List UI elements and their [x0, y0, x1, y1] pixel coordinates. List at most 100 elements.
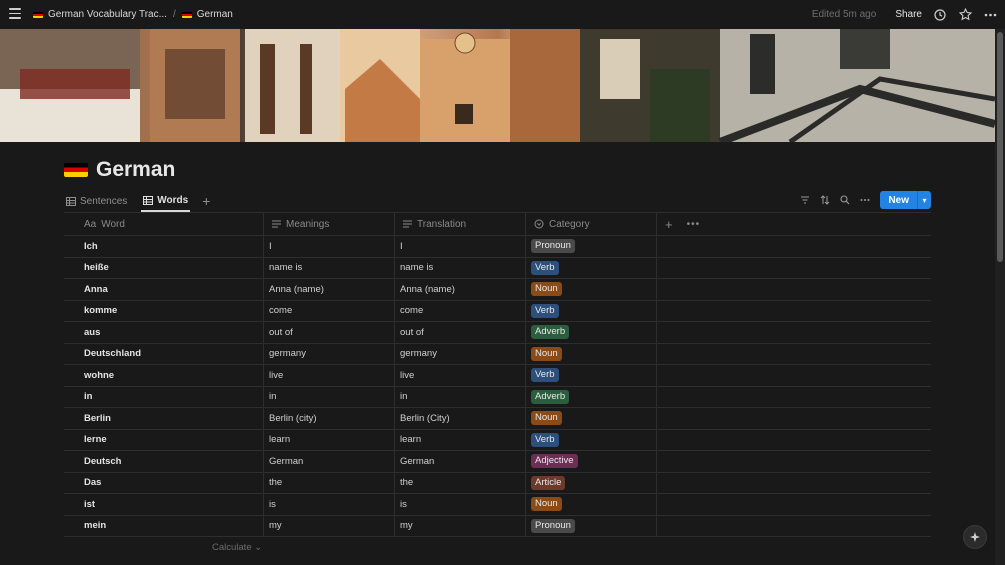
more-options-icon[interactable]: [860, 195, 870, 205]
cell-category[interactable]: Verb: [526, 300, 657, 321]
breadcrumb-item-current[interactable]: German: [181, 9, 233, 20]
cell-category[interactable]: Adverb: [526, 386, 657, 407]
cell-category[interactable]: Noun: [526, 279, 657, 300]
cell-translation[interactable]: Anna (name): [395, 279, 526, 300]
cell-translation[interactable]: is: [395, 494, 526, 515]
cell-word[interactable]: Deutsch: [64, 451, 264, 472]
cell-translation[interactable]: Berlin (City): [395, 408, 526, 429]
cell-word[interactable]: lerne: [64, 429, 264, 450]
calculate-button[interactable]: Calculate ⌄: [212, 542, 262, 553]
sort-icon[interactable]: [820, 195, 830, 205]
cell-meanings[interactable]: out of: [264, 322, 395, 343]
german-flag-icon[interactable]: [64, 163, 88, 177]
cell-translation[interactable]: germany: [395, 343, 526, 364]
cell-category[interactable]: Adverb: [526, 322, 657, 343]
cell-word[interactable]: Ich: [64, 236, 264, 257]
table-row[interactable]: Deutschland germany germany Noun: [64, 343, 931, 365]
clock-icon[interactable]: [933, 8, 947, 22]
cell-translation[interactable]: out of: [395, 322, 526, 343]
table-row[interactable]: Deutsch German German Adjective: [64, 451, 931, 473]
search-icon[interactable]: [840, 195, 850, 205]
new-button-label[interactable]: New: [880, 191, 917, 209]
cell-translation[interactable]: I: [395, 236, 526, 257]
table-row[interactable]: lerne learn learn Verb: [64, 429, 931, 451]
cell-word[interactable]: Das: [64, 472, 264, 493]
cell-meanings[interactable]: in: [264, 386, 395, 407]
tab-sentences[interactable]: Sentences: [64, 190, 129, 212]
cell-category[interactable]: Verb: [526, 365, 657, 386]
column-header-meanings[interactable]: Meanings: [264, 213, 395, 235]
breadcrumb-item-parent[interactable]: German Vocabulary Trac...: [33, 9, 167, 20]
cover-image[interactable]: [0, 29, 995, 142]
table-row[interactable]: Berlin Berlin (city) Berlin (City) Noun: [64, 408, 931, 430]
cell-word[interactable]: aus: [64, 322, 264, 343]
column-header-word[interactable]: Aa Word: [64, 213, 264, 235]
cell-meanings[interactable]: come: [264, 300, 395, 321]
cell-category[interactable]: Noun: [526, 343, 657, 364]
chevron-down-icon[interactable]: ▾: [917, 191, 931, 209]
page-title[interactable]: German: [96, 158, 175, 182]
cell-category[interactable]: Pronoun: [526, 515, 657, 536]
cell-word[interactable]: mein: [64, 515, 264, 536]
table-row[interactable]: Das the the Article: [64, 472, 931, 494]
more-options-icon[interactable]: •••: [687, 219, 701, 230]
share-button[interactable]: Share: [895, 9, 922, 20]
cell-category[interactable]: Pronoun: [526, 236, 657, 257]
scrollbar-thumb[interactable]: [997, 32, 1003, 262]
add-property-icon[interactable]: +: [665, 217, 673, 232]
top-bar-actions: Edited 5m ago Share: [812, 0, 997, 29]
cell-meanings[interactable]: Anna (name): [264, 279, 395, 300]
cell-meanings[interactable]: I: [264, 236, 395, 257]
add-view-button[interactable]: +: [202, 190, 210, 212]
cell-meanings[interactable]: the: [264, 472, 395, 493]
cell-word[interactable]: Anna: [64, 279, 264, 300]
column-header-translation[interactable]: Translation: [395, 213, 526, 235]
cell-meanings[interactable]: name is: [264, 257, 395, 278]
table-row[interactable]: aus out of out of Adverb: [64, 322, 931, 344]
filter-icon[interactable]: [800, 195, 810, 205]
sparkle-icon[interactable]: [963, 525, 987, 549]
table-row[interactable]: in in in Adverb: [64, 386, 931, 408]
tab-words[interactable]: Words: [141, 190, 191, 212]
cell-translation[interactable]: the: [395, 472, 526, 493]
cell-translation[interactable]: my: [395, 515, 526, 536]
table-row[interactable]: heiße name is name is Verb: [64, 257, 931, 279]
table-row[interactable]: ist is is Noun: [64, 494, 931, 516]
cell-translation[interactable]: live: [395, 365, 526, 386]
column-header-category[interactable]: Category: [526, 213, 657, 235]
cell-category[interactable]: Noun: [526, 494, 657, 515]
cell-meanings[interactable]: is: [264, 494, 395, 515]
cell-word[interactable]: wohne: [64, 365, 264, 386]
cell-word[interactable]: Berlin: [64, 408, 264, 429]
cell-meanings[interactable]: live: [264, 365, 395, 386]
cell-translation[interactable]: German: [395, 451, 526, 472]
cell-word[interactable]: ist: [64, 494, 264, 515]
cell-translation[interactable]: in: [395, 386, 526, 407]
table-row[interactable]: komme come come Verb: [64, 300, 931, 322]
cell-meanings[interactable]: German: [264, 451, 395, 472]
cell-category[interactable]: Verb: [526, 257, 657, 278]
cell-translation[interactable]: come: [395, 300, 526, 321]
cell-meanings[interactable]: my: [264, 515, 395, 536]
cell-meanings[interactable]: germany: [264, 343, 395, 364]
table-row[interactable]: mein my my Pronoun: [64, 515, 931, 537]
new-button[interactable]: New ▾: [880, 191, 931, 209]
table-row[interactable]: Ich I I Pronoun: [64, 236, 931, 258]
table-row[interactable]: wohne live live Verb: [64, 365, 931, 387]
cell-word[interactable]: Deutschland: [64, 343, 264, 364]
cell-word[interactable]: komme: [64, 300, 264, 321]
cell-translation[interactable]: learn: [395, 429, 526, 450]
cell-meanings[interactable]: Berlin (city): [264, 408, 395, 429]
cell-translation[interactable]: name is: [395, 257, 526, 278]
cell-word[interactable]: in: [64, 386, 264, 407]
more-options-icon[interactable]: [983, 8, 997, 22]
cell-word[interactable]: heiße: [64, 257, 264, 278]
table-row[interactable]: Anna Anna (name) Anna (name) Noun: [64, 279, 931, 301]
cell-meanings[interactable]: learn: [264, 429, 395, 450]
menu-icon[interactable]: [9, 8, 21, 20]
cell-category[interactable]: Noun: [526, 408, 657, 429]
cell-category[interactable]: Article: [526, 472, 657, 493]
cell-category[interactable]: Verb: [526, 429, 657, 450]
cell-category[interactable]: Adjective: [526, 451, 657, 472]
star-icon[interactable]: [958, 8, 972, 22]
